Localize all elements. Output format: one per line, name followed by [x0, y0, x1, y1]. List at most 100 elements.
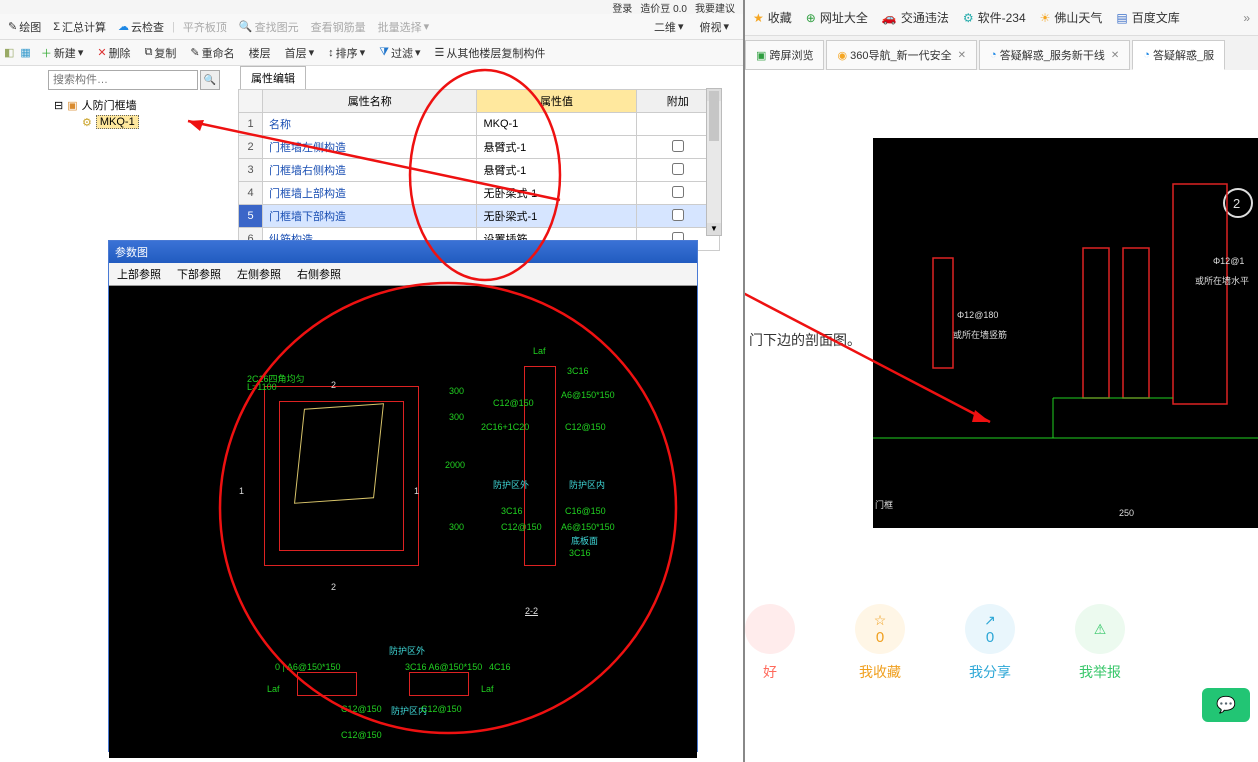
prop-value[interactable]: 无卧梁式-1 [477, 205, 636, 228]
cad-label: A6@150*150 [561, 522, 615, 532]
table-row[interactable]: 4门框墙上部构造无卧梁式-1 [239, 182, 720, 205]
sum-button[interactable]: Σ汇总计算 [49, 17, 110, 37]
close-icon[interactable]: ✕ [1111, 50, 1119, 61]
prop-value[interactable]: 悬臂式-1 [477, 136, 636, 159]
cad-label: 0 | A6@150*150 [275, 662, 341, 672]
page-actions: 好 ☆0 我收藏 ↗0 我分享 ⚠ 我举报 [745, 604, 1258, 682]
cad-label: A6@150*150 [561, 390, 615, 400]
screen-icon: ▣ [756, 49, 766, 62]
action-good[interactable]: 好 [745, 604, 795, 682]
label: 收藏 [768, 9, 792, 26]
action-share[interactable]: ↗0 我分享 [965, 604, 1015, 682]
label: 排序 [336, 45, 358, 61]
search-icon: 🔍 [239, 20, 253, 33]
param-tab-left[interactable]: 左侧参照 [229, 263, 289, 285]
label: 查找图元 [255, 19, 299, 35]
cad-label: 防护区内 [569, 478, 605, 491]
cad-label: 3C16 [501, 506, 523, 516]
tree-root[interactable]: ⊟ ▣ 人防门框墙 [54, 96, 139, 114]
bookmark-wenku[interactable]: ▤百度文库 [1116, 9, 1179, 26]
chat-bubble-button[interactable]: 💬 [1202, 688, 1250, 722]
property-tab[interactable]: 属性编辑 [240, 66, 306, 89]
sort-icon: ↕ [328, 47, 334, 59]
label: 批量选择 [378, 19, 422, 35]
bookmarks-bar: ★收藏 ⊕网址大全 🚗交通违法 ⚙软件-234 ☀佛山天气 ▤百度文库 » [745, 0, 1258, 36]
param-window: 参数图 上部参照 下部参照 左侧参照 右侧参照 2C16四角均匀 L=1100 … [108, 240, 698, 752]
bookmark-weather[interactable]: ☀佛山天气 [1040, 9, 1103, 26]
cad-dim: 300 [449, 522, 464, 532]
component-tree: ⊟ ▣ 人防门框墙 ⚙ MKQ-1 [54, 96, 139, 130]
search-button[interactable]: 🔍 [200, 70, 220, 90]
tab-qa2-active[interactable]: ◔ 答疑解惑_服 [1132, 40, 1225, 70]
tab-cross-screen[interactable]: ▣ 跨屏浏览 [745, 40, 824, 70]
cloud-check-button[interactable]: ☁云检查 [114, 17, 168, 37]
action-report[interactable]: ⚠ 我举报 [1075, 604, 1125, 682]
table-row[interactable]: 2门框墙左侧构造悬臂式-1 [239, 136, 720, 159]
search-input[interactable] [48, 70, 198, 90]
table-row[interactable]: 3门框墙右侧构造悬臂式-1 [239, 159, 720, 182]
param-tab-right[interactable]: 右侧参照 [289, 263, 349, 285]
label: 云检查 [131, 19, 164, 35]
rownum: 1 [239, 113, 263, 136]
browser-pane: ★收藏 ⊕网址大全 🚗交通违法 ⚙软件-234 ☀佛山天气 ▤百度文库 » ▣ … [745, 0, 1258, 762]
collapse-icon[interactable]: ◧ [4, 46, 14, 59]
rename-button[interactable]: ✎重命名 [186, 43, 238, 63]
login-link[interactable]: 登录 [612, 0, 632, 15]
sun-icon: ☀ [1040, 11, 1051, 25]
close-icon[interactable]: ✕ [958, 50, 966, 61]
suggest-link[interactable]: 我要建议 [695, 0, 735, 15]
cad-label: C12@150 [421, 704, 462, 714]
find-button: 🔍查找图元 [235, 17, 303, 37]
label: 交通违法 [901, 9, 949, 26]
cad-label: 或所在墙水平 [1195, 274, 1249, 287]
sort-button[interactable]: ↕排序 ▾ [324, 43, 369, 63]
tree-child-label: MKQ-1 [96, 115, 139, 129]
param-tab-top[interactable]: 上部参照 [109, 263, 169, 285]
cad-label: 3C16 [569, 548, 591, 558]
action-fav[interactable]: ☆0 我收藏 [855, 604, 905, 682]
prop-value[interactable]: 无卧梁式-1 [477, 182, 636, 205]
property-scrollbar[interactable]: ▲ ▼ [706, 88, 722, 236]
copy-from-floor-button[interactable]: ☰从其他楼层复制构件 [431, 43, 550, 63]
scroll-down-icon[interactable]: ▼ [707, 223, 721, 235]
filter-button[interactable]: ⧩过滤 ▾ [375, 43, 424, 63]
tree-child[interactable]: ⚙ MKQ-1 [54, 114, 139, 130]
view-look-dropdown[interactable]: 俯视 ▾ [695, 17, 733, 37]
rownum: 5 [239, 205, 263, 228]
label: 平齐板顶 [183, 19, 227, 35]
label: 重命名 [202, 45, 235, 61]
gear-icon: ⚙ [82, 116, 92, 129]
cad-dim: 300 [449, 412, 464, 422]
label: 网址大全 [820, 9, 868, 26]
collapse-icon[interactable]: ⊟ [54, 99, 63, 112]
copy-button[interactable]: ⧉复制 [141, 43, 181, 63]
prop-value[interactable]: 悬臂式-1 [477, 159, 636, 182]
param-tab-bottom[interactable]: 下部参照 [169, 263, 229, 285]
tab-360[interactable]: ◉ 360导航_新一代安全✕ [826, 40, 977, 70]
col-value: 属性值 [477, 90, 636, 113]
label: 楼层 [249, 45, 271, 61]
floor-select[interactable]: 首层 ▾ [281, 43, 319, 63]
table-row-selected[interactable]: 5门框墙下部构造无卧梁式-1 [239, 205, 720, 228]
bookmark-traffic[interactable]: 🚗交通违法 [882, 9, 949, 26]
new-button[interactable]: ＋新建 ▾ [37, 43, 88, 63]
bookmark-fav[interactable]: ★收藏 [753, 9, 792, 26]
scroll-thumb[interactable] [709, 91, 719, 141]
credits: 造价豆 0.0 [640, 0, 687, 15]
rownum: 3 [239, 159, 263, 182]
prop-value[interactable]: MKQ-1 [477, 113, 636, 136]
delete-button[interactable]: ✕删除 [93, 43, 134, 63]
table-row[interactable]: 1名称MKQ-1 [239, 113, 720, 136]
bookmark-software[interactable]: ⚙软件-234 [963, 9, 1026, 26]
label: 我分享 [969, 662, 1011, 682]
browser-tabs: ▣ 跨屏浏览 ◉ 360导航_新一代安全✕ ◔ 答疑解惑_服务新干线✕ ◔ 答疑… [745, 36, 1258, 70]
cad-label: C12@150 [341, 730, 382, 740]
more-icon[interactable]: » [1243, 11, 1250, 25]
grid-icon[interactable]: ▦ [20, 46, 30, 59]
view-2d-dropdown[interactable]: 二维 ▾ [650, 17, 688, 37]
draw-button[interactable]: ✎绘图 [4, 17, 45, 37]
bookmark-sites[interactable]: ⊕网址大全 [806, 9, 868, 26]
param-canvas[interactable]: 2C16四角均匀 L=1100 2 1 1 2 Laf 3C16 C12@150… [109, 286, 697, 758]
star-icon: ☆ [874, 612, 887, 629]
tab-qa1[interactable]: ◔ 答疑解惑_服务新干线✕ [979, 40, 1130, 70]
